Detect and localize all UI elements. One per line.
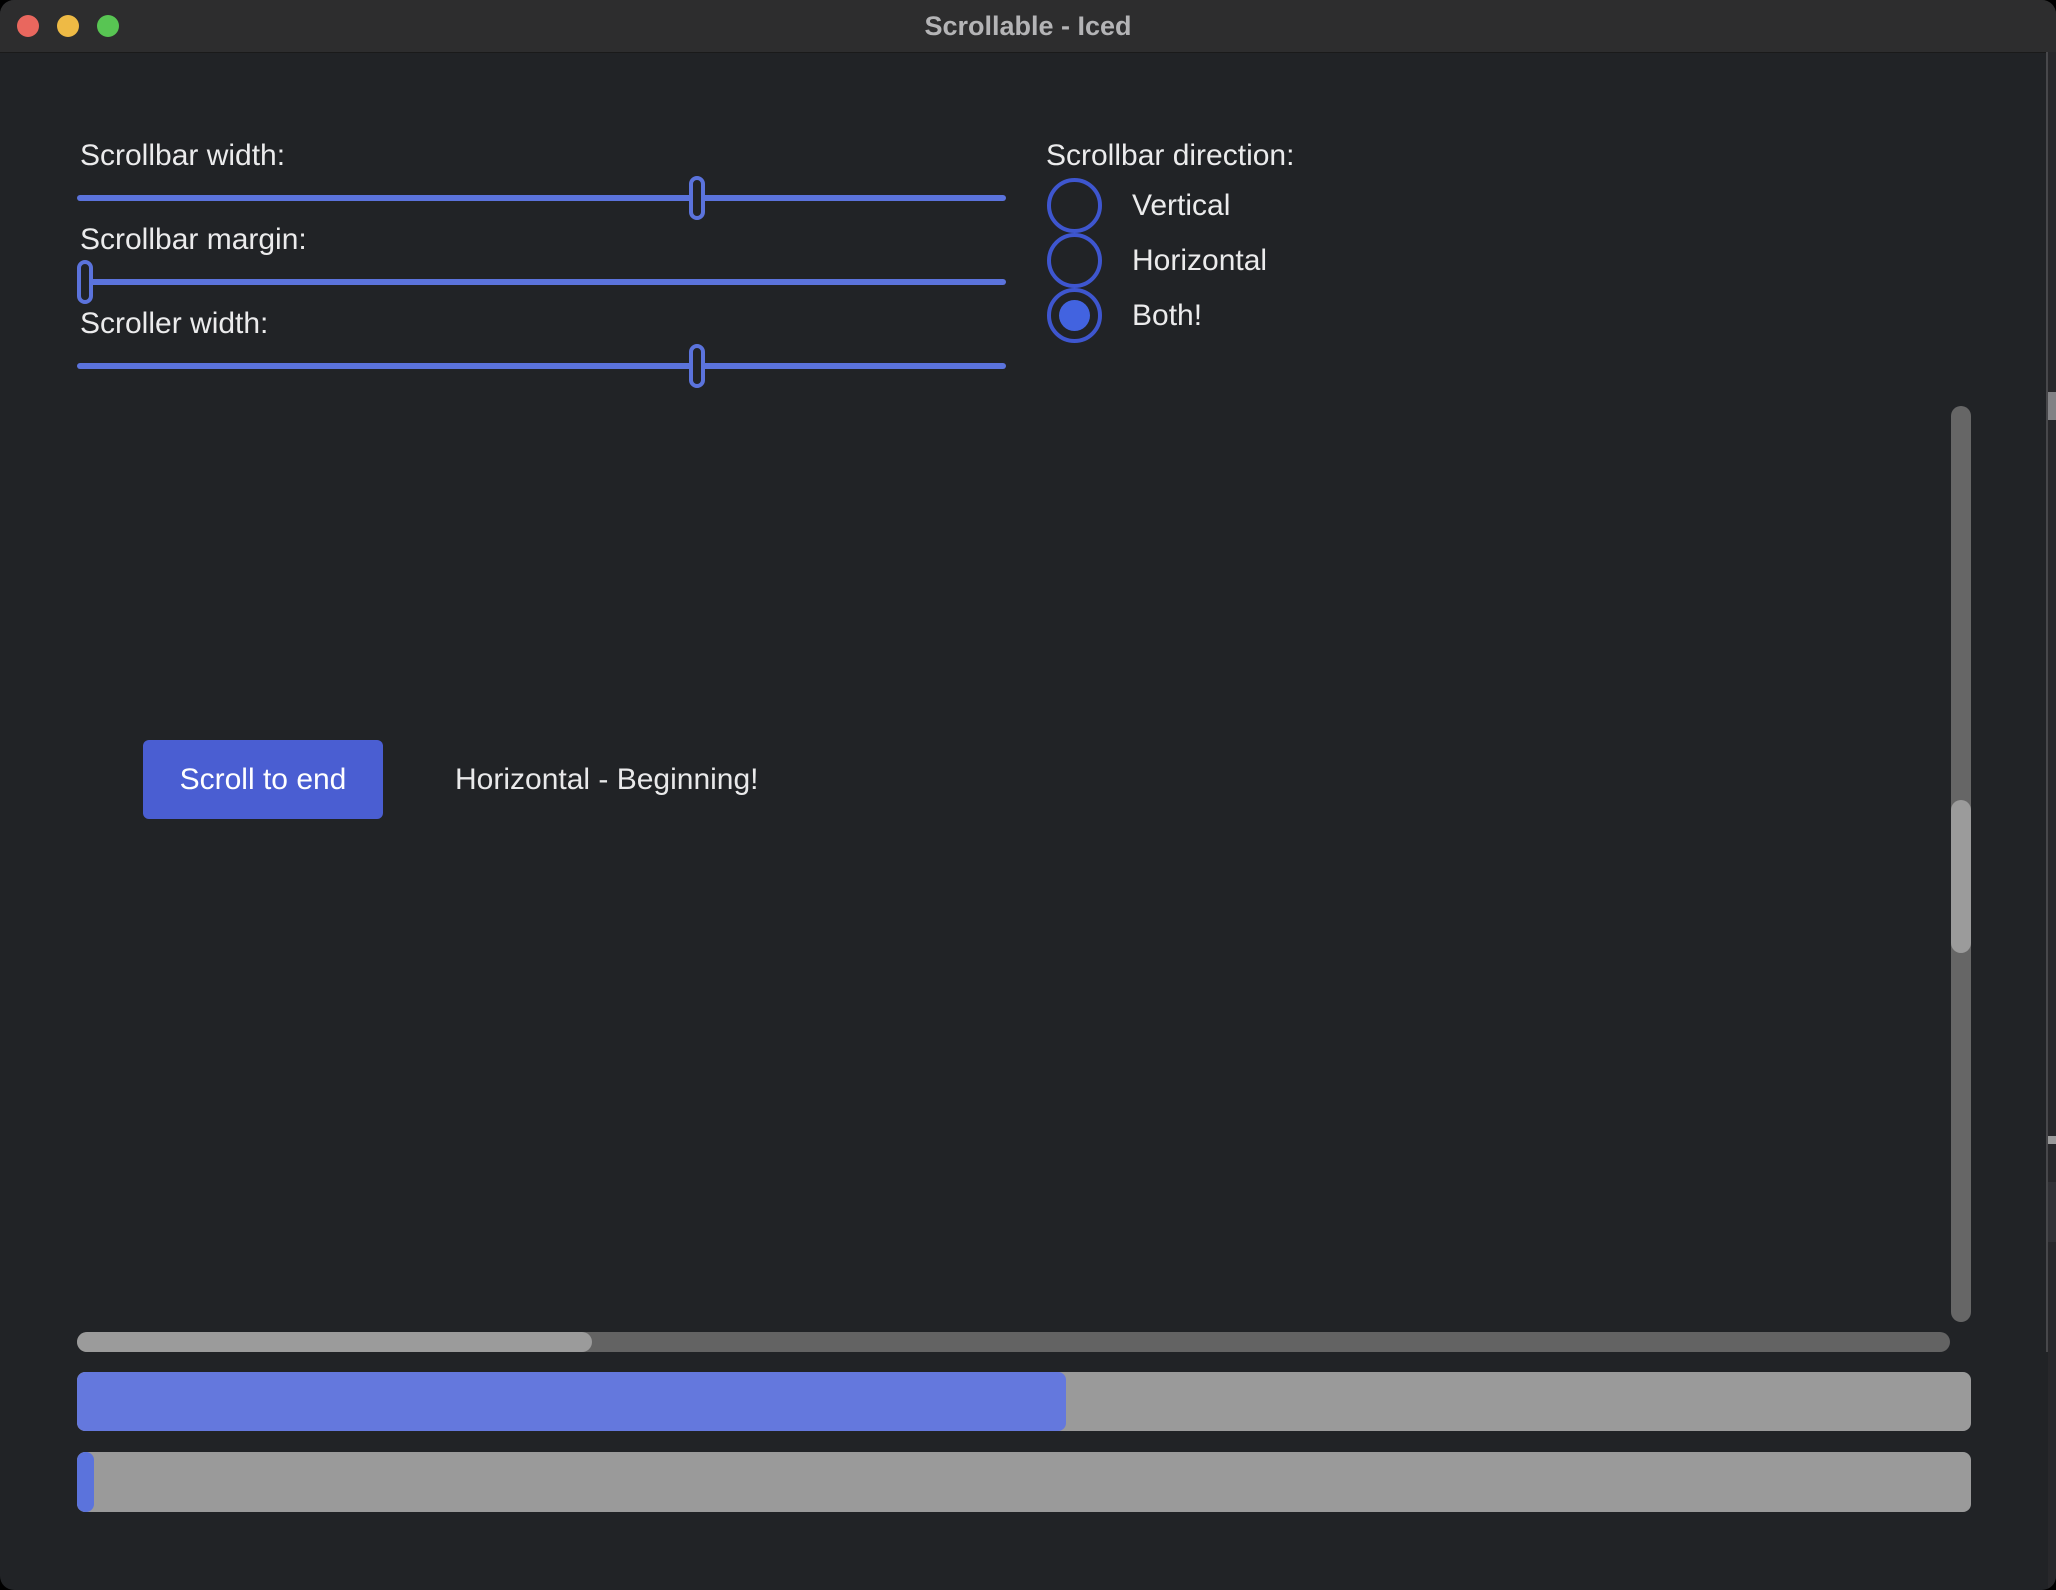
scrollable-area[interactable]: [0, 300, 1948, 1352]
slider-handle[interactable]: [689, 344, 705, 388]
vertical-progress-fill: [77, 1452, 94, 1512]
app-window: Scrollable - Iced Scrollbar width: Scrol…: [0, 0, 2056, 1590]
scrollbar-direction-label: Scrollbar direction:: [1046, 136, 1294, 176]
scrollbar-margin-slider[interactable]: [77, 260, 1006, 304]
slider-track[interactable]: [77, 363, 1006, 369]
slider-handle[interactable]: [77, 260, 93, 304]
edge-marker: [2048, 1136, 2056, 1144]
vertical-scroller[interactable]: [1951, 800, 1971, 953]
scrollbar-width-slider[interactable]: [77, 176, 1006, 220]
edge-marker: [2048, 1182, 2056, 1242]
vertical-scrollbar-rail[interactable]: [1951, 406, 1971, 1322]
radio-circle-icon[interactable]: [1047, 288, 1102, 343]
horizontal-scroller[interactable]: [77, 1332, 592, 1352]
window-right-border-line: [2046, 52, 2048, 1352]
radio-circle-icon[interactable]: [1047, 233, 1102, 288]
slider-track[interactable]: [77, 279, 1006, 285]
radio-label[interactable]: Vertical: [1132, 178, 1230, 233]
vertical-progress-bar: [77, 1452, 1971, 1512]
window-right-edge: [2048, 52, 2056, 1590]
scroll-status-text: Horizontal - Beginning!: [455, 740, 759, 819]
window-title: Scrollable - Iced: [0, 0, 2056, 52]
horizontal-progress-bar: [77, 1372, 1971, 1431]
scroller-width-label: Scroller width:: [80, 304, 268, 344]
scrollbar-margin-label: Scrollbar margin:: [80, 220, 307, 260]
horizontal-progress-fill: [77, 1372, 1066, 1431]
slider-handle[interactable]: [689, 176, 705, 220]
horizontal-scrollbar-rail[interactable]: [77, 1332, 1950, 1352]
scrollbar-width-label: Scrollbar width:: [80, 136, 285, 176]
radio-label[interactable]: Horizontal: [1132, 233, 1267, 288]
scroller-width-slider[interactable]: [77, 344, 1006, 388]
radio-option-vertical[interactable]: Vertical: [1047, 178, 1467, 233]
titlebar: Scrollable - Iced: [0, 0, 2056, 53]
scroll-to-end-button[interactable]: Scroll to end: [143, 740, 383, 819]
radio-option-horizontal[interactable]: Horizontal: [1047, 233, 1467, 288]
edge-marker: [2048, 392, 2056, 420]
radio-option-both[interactable]: Both!: [1047, 288, 1467, 343]
slider-track[interactable]: [77, 195, 1006, 201]
radio-selected-dot: [1059, 300, 1090, 331]
radio-label[interactable]: Both!: [1132, 288, 1202, 343]
radio-circle-icon[interactable]: [1047, 178, 1102, 233]
